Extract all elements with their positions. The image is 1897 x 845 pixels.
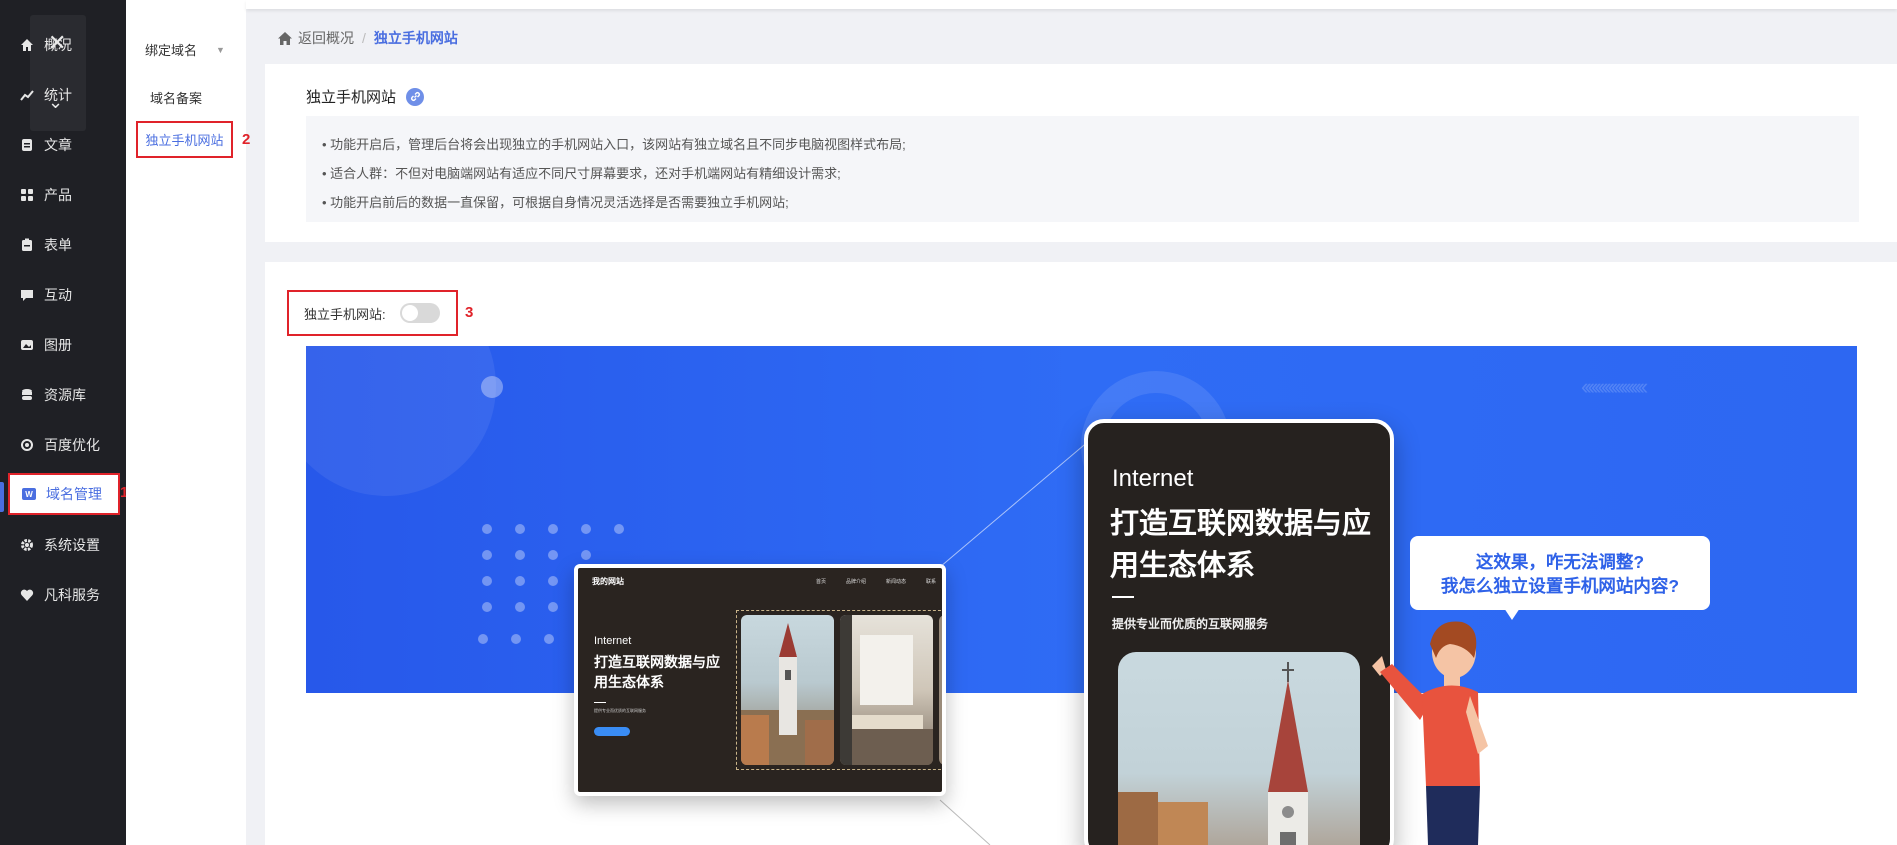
- sidebar-item-label: 产品: [44, 187, 72, 203]
- sidebar-item-label: 统计: [44, 87, 72, 103]
- sidebar-item-label: 图册: [44, 337, 72, 353]
- gallery-icon: [20, 338, 34, 352]
- person-illustration: [1372, 621, 1488, 845]
- home-icon: [278, 31, 292, 45]
- sidebar-item-interaction[interactable]: 互动: [0, 275, 126, 315]
- main-sidebar: ✕ ⌄ 概况 统计 文章 产品 表单 互动 图册 资源库 百度优化 W 域名管理: [0, 0, 126, 845]
- preview-eyebrow: Internet: [594, 635, 632, 647]
- heart-icon: [20, 588, 34, 602]
- annotation-marker: 3: [465, 304, 474, 321]
- phone-church-photo: [1118, 652, 1360, 845]
- breadcrumb-current: 独立手机网站: [373, 30, 458, 46]
- intro-title: 独立手机网站: [306, 89, 397, 106]
- chevron-down-icon[interactable]: ▼: [216, 45, 225, 55]
- intro-title-row: 独立手机网站: [306, 86, 425, 107]
- preview-cta-button: [594, 727, 630, 736]
- sidebar-item-label: 概况: [44, 37, 72, 53]
- decor-chevrons: ‹‹‹‹‹‹‹‹‹‹‹‹‹‹‹‹‹‹‹: [1581, 374, 1648, 399]
- preview-menu: 首页 品牌介绍 新闻动态 联系: [816, 578, 936, 585]
- sidebar-item-label: 资源库: [44, 387, 86, 403]
- annotation-marker: 2: [242, 131, 251, 148]
- bubble-line: 这效果，咋无法调整?: [1475, 552, 1645, 572]
- sidebar-item-gallery[interactable]: 图册: [0, 325, 126, 365]
- sidebar-item-label: 表单: [44, 237, 72, 253]
- church-photo: [741, 615, 834, 765]
- phone-divider: [1112, 596, 1134, 598]
- preview-site-name: 我的网站: [592, 577, 624, 586]
- decor-circle: [306, 346, 496, 496]
- top-bar: [246, 0, 1897, 9]
- preview-menu-item: 联系: [925, 579, 936, 585]
- phone-eyebrow: Internet: [1112, 465, 1194, 492]
- sidebar-item-articles[interactable]: 文章: [0, 125, 126, 165]
- sidebar-item-settings[interactable]: 系统设置: [0, 525, 126, 565]
- sidebar-item-label: 域名管理: [46, 486, 102, 502]
- breadcrumb-back-link[interactable]: 返回概况: [278, 28, 354, 48]
- home-icon: [20, 38, 34, 52]
- sidebar-item-label: 系统设置: [44, 537, 100, 553]
- database-icon: [20, 388, 34, 402]
- description-line: • 功能开启前后的数据一直保留，可根据自身情况灵活选择是否需要独立手机网站;: [322, 195, 789, 210]
- sidebar-item-stats[interactable]: 统计: [0, 75, 126, 115]
- sidebar-item-resources[interactable]: 资源库: [0, 375, 126, 415]
- speech-bubble: 这效果，咋无法调整? 我怎么独立设置手机网站内容?: [1410, 536, 1710, 620]
- subnav-item-mobile-site[interactable]: 独立手机网站: [136, 121, 233, 158]
- preview-subtitle: 提供专业而优质的互联网服务: [594, 708, 646, 713]
- intro-card: 独立手机网站 • 功能开启后，管理后台将会出现独立的手机网站入口，该网站有独立域…: [265, 64, 1897, 242]
- toggle-knob: [401, 305, 418, 321]
- interior-photo: [840, 615, 933, 765]
- preview-menu-item: 首页: [815, 579, 826, 585]
- sidebar-item-services[interactable]: 凡科服务: [0, 575, 126, 615]
- subnav-item-icp[interactable]: 域名备案: [150, 88, 202, 107]
- sidebar-item-seo[interactable]: 百度优化: [0, 425, 126, 465]
- grid-icon: [20, 188, 34, 202]
- sidebar-item-label: 文章: [44, 137, 72, 153]
- subnav-group-title[interactable]: 绑定域名: [145, 40, 197, 59]
- preview-menu-item: 品牌介绍: [845, 579, 866, 585]
- mobile-site-preview: Internet 打造互联网数据与应用生态体系 提供专业而优质的互联网服务: [1084, 419, 1394, 845]
- breadcrumb: 返回概况 / 独立手机网站: [278, 28, 458, 48]
- sidebar-item-overview[interactable]: 概况: [0, 25, 126, 65]
- sidebar-item-products[interactable]: 产品: [0, 175, 126, 215]
- description-line: • 适合人群：不但对电脑端网站有适应不同尺寸屏幕要求，还对手机端网站有精细设计需…: [322, 166, 841, 181]
- preview-headline: 打造互联网数据与应用生态体系: [594, 654, 720, 690]
- mobile-site-toggle-row: 独立手机网站:: [287, 290, 458, 336]
- preview-menu-item: 新闻动态: [885, 579, 906, 585]
- desktop-site-preview: 我的网站 首页 品牌介绍 新闻动态 联系 Internet 打造互联网数据与应用…: [574, 564, 946, 796]
- description-line: • 功能开启后，管理后台将会出现独立的手机网站入口，该网站有独立域名且不同步电脑…: [322, 137, 906, 152]
- secondary-sidebar: 绑定域名 ▼ 域名备案 独立手机网站: [126, 0, 246, 845]
- sidebar-item-forms[interactable]: 表单: [0, 225, 126, 265]
- gear-icon: [20, 538, 34, 552]
- domain-icon: W: [22, 488, 36, 500]
- preview-divider: [594, 702, 606, 703]
- phone-headline: 打造互联网数据与应用生态体系: [1110, 508, 1372, 582]
- stats-icon: [20, 88, 34, 102]
- toggle-label: 独立手机网站:: [304, 306, 386, 322]
- link-icon[interactable]: [406, 87, 425, 106]
- sidebar-item-label: 凡科服务: [44, 587, 100, 603]
- phone-subtitle: 提供专业而优质的互联网服务: [1112, 617, 1269, 631]
- sidebar-item-domain[interactable]: W 域名管理: [8, 473, 120, 515]
- breadcrumb-separator: /: [362, 30, 366, 46]
- active-indicator: [0, 482, 4, 512]
- cropped-photo: [939, 615, 942, 765]
- form-icon: [20, 238, 34, 252]
- preview-photo-strip: [736, 610, 942, 770]
- breadcrumb-back-label: 返回概况: [298, 30, 354, 46]
- decor-dot: [481, 376, 503, 398]
- mobile-site-toggle[interactable]: [399, 303, 440, 323]
- sidebar-item-label: 百度优化: [44, 437, 100, 453]
- description-box: • 功能开启后，管理后台将会出现独立的手机网站入口，该网站有独立域名且不同步电脑…: [306, 116, 1859, 222]
- illustration-banner: ‹‹‹‹‹‹‹‹‹‹‹‹‹‹‹‹‹‹‹: [306, 346, 1857, 693]
- chat-icon: [20, 288, 34, 302]
- sidebar-item-label: 互动: [44, 287, 72, 303]
- bubble-line: 我怎么独立设置手机网站内容?: [1440, 576, 1680, 596]
- article-icon: [20, 138, 34, 152]
- seo-icon: [20, 438, 34, 452]
